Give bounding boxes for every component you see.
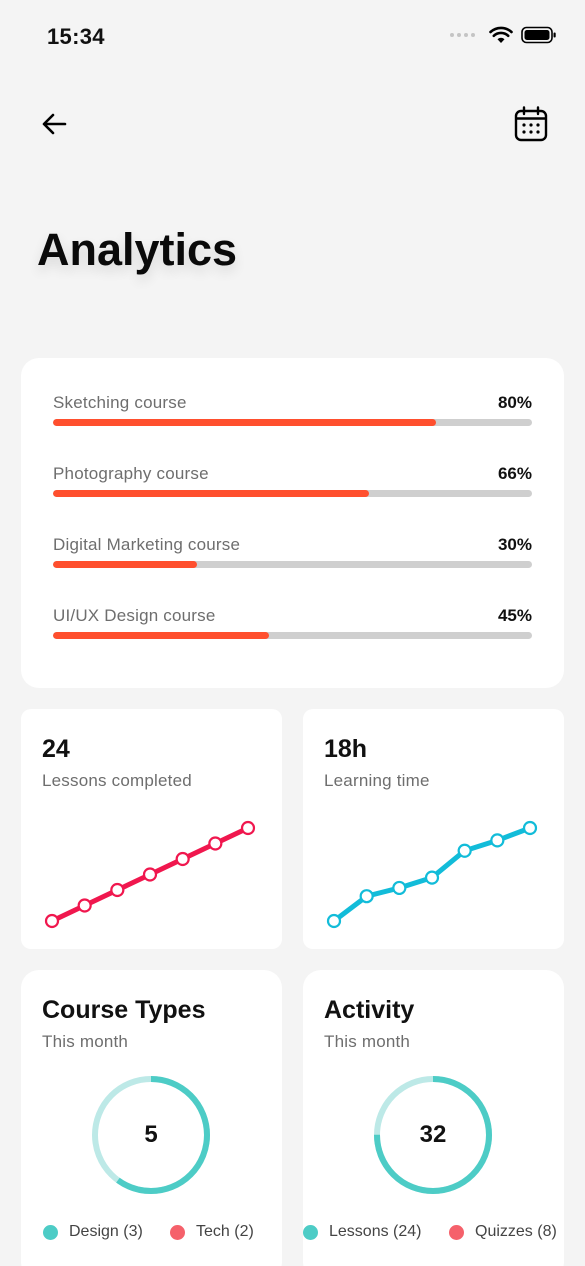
- progress-track: [53, 419, 532, 426]
- legend-item-design: Design (3): [43, 1223, 143, 1241]
- legend-dot-teal: [43, 1224, 58, 1240]
- legend-label: Design (3): [69, 1223, 143, 1240]
- trend-point: [44, 913, 60, 929]
- trend-point: [490, 833, 505, 848]
- progress-fill: [53, 490, 370, 497]
- trend-point: [522, 820, 538, 836]
- activity-title: Activity: [324, 996, 415, 1024]
- trend-point: [77, 898, 92, 913]
- status-icons: [450, 26, 557, 44]
- status-time: 15:34: [47, 24, 105, 49]
- trend-point: [392, 880, 407, 896]
- trend-point: [457, 843, 472, 858]
- course-progress-item[interactable]: Photography course 66%: [53, 464, 532, 514]
- legend-item-quizzes: Quizzes (8): [449, 1223, 557, 1241]
- legend-label: Tech (2): [196, 1223, 254, 1240]
- course-percent: 45%: [497, 606, 532, 625]
- legend-label: Quizzes (8): [475, 1223, 557, 1240]
- legend-dot-red: [170, 1224, 185, 1240]
- wifi-icon: [489, 26, 513, 43]
- progress-track: [53, 632, 532, 639]
- course-types-title: Course Types: [42, 996, 206, 1024]
- learning-time-trend-chart: [326, 820, 538, 929]
- activity-total: 32: [419, 1121, 447, 1148]
- progress-track: [53, 561, 532, 568]
- trend-point: [110, 882, 125, 898]
- course-name: Sketching course: [53, 393, 187, 412]
- trend-point: [359, 889, 374, 904]
- legend-label: Lessons (24): [329, 1223, 422, 1240]
- course-types-subtitle: This month: [42, 1032, 129, 1051]
- page-title: Analytics: [37, 224, 238, 275]
- legend-item-tech: Tech (2): [170, 1223, 254, 1241]
- trend-point: [326, 913, 342, 929]
- course-percent: 80%: [497, 393, 532, 412]
- trend-point: [175, 851, 190, 867]
- signal-icon: [450, 33, 475, 37]
- course-progress-item[interactable]: Digital Marketing course 30%: [53, 535, 532, 585]
- legend-dot-red: [449, 1224, 464, 1240]
- lessons-completed-card[interactable]: 24 Lessons completed: [21, 709, 282, 949]
- course-progress-item[interactable]: UI/UX Design course 45%: [53, 606, 532, 656]
- progress-track: [53, 490, 532, 497]
- back-button[interactable]: [36, 106, 72, 142]
- learning-time-card[interactable]: 18h Learning time: [303, 709, 564, 949]
- progress-fill: [53, 419, 437, 426]
- activity-card[interactable]: Activity This month 32 Lessons (24) Quiz…: [303, 970, 564, 1266]
- course-types-card[interactable]: Course Types This month 5 Design (3) Tec…: [21, 970, 282, 1266]
- trend-point: [208, 836, 223, 851]
- legend-dot-teal: [303, 1224, 318, 1240]
- course-progress-item[interactable]: Sketching course 80%: [53, 393, 532, 443]
- course-name: UI/UX Design course: [53, 606, 216, 625]
- progress-fill: [53, 561, 197, 568]
- course-name: Photography course: [53, 464, 209, 483]
- activity-subtitle: This month: [324, 1032, 411, 1051]
- arrow-left-icon: [42, 113, 67, 135]
- legend-item-lessons: Lessons (24): [303, 1223, 422, 1241]
- trend-point: [142, 867, 158, 882]
- course-name: Digital Marketing course: [53, 535, 241, 554]
- course-types-total: 5: [144, 1121, 158, 1148]
- battery-icon: [521, 26, 556, 44]
- trend-point: [240, 820, 256, 836]
- course-percent: 66%: [497, 464, 532, 483]
- trend-point: [424, 870, 440, 885]
- course-progress-card: Sketching course 80% Photography course …: [21, 358, 564, 688]
- course-percent: 30%: [497, 535, 532, 554]
- calendar-button[interactable]: [511, 104, 551, 144]
- lessons-trend-chart: [44, 820, 256, 929]
- status-bar: 15:34: [0, 0, 585, 74]
- progress-fill: [53, 632, 269, 639]
- calendar-icon: [514, 106, 548, 142]
